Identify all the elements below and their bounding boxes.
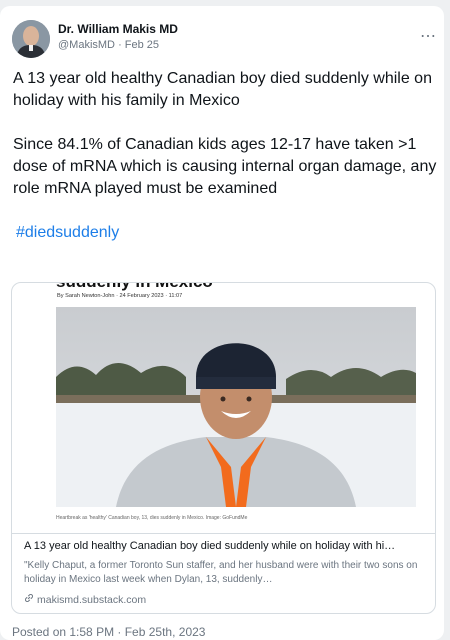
card-divider [12,533,435,534]
article-header-image: suddenly in Mexico By Sarah Newton-John … [12,283,435,307]
photo-caption: Heartbreak as 'healthy' Canadian boy, 13… [56,515,248,521]
author-meta: @MakisMD · Feb 25 [58,39,159,51]
link-title[interactable]: A 13 year old healthy Canadian boy died … [24,540,424,552]
link-domain[interactable]: makismd.substack.com [24,593,146,606]
author-avatar[interactable] [12,20,50,58]
post-date[interactable]: Feb 25 [125,39,159,51]
tweet-paragraph: A 13 year old healthy Canadian boy died … [13,70,432,109]
article-heading: suddenly in Mexico [56,283,213,292]
tweet-paragraph: Since 84.1% of Canadian kids ages 12-17 … [13,136,437,197]
link-preview-card[interactable]: suddenly in Mexico By Sarah Newton-John … [11,282,436,614]
article-byline: By Sarah Newton-John · 24 February 2023 … [57,293,183,299]
tweet-text: A 13 year old healthy Canadian boy died … [13,68,438,266]
author-name[interactable]: Dr. William Makis MD [58,22,178,36]
link-domain-text: makismd.substack.com [37,594,147,606]
posted-timestamp: Posted on 1:58 PM · Feb 25th, 2023 [12,625,206,639]
more-options-icon[interactable]: ⋯ [420,26,437,46]
article-photo [56,307,416,507]
hashtag-link[interactable]: #diedsuddenly [13,224,119,241]
tweet-card: Dr. William Makis MD @MakisMD · Feb 25 ⋯… [0,6,444,640]
author-handle[interactable]: @MakisMD [58,39,115,51]
link-description: "Kelly Chaput, a former Toronto Sun staf… [24,560,418,585]
link-icon [24,593,34,606]
meta-separator: · [118,39,125,51]
